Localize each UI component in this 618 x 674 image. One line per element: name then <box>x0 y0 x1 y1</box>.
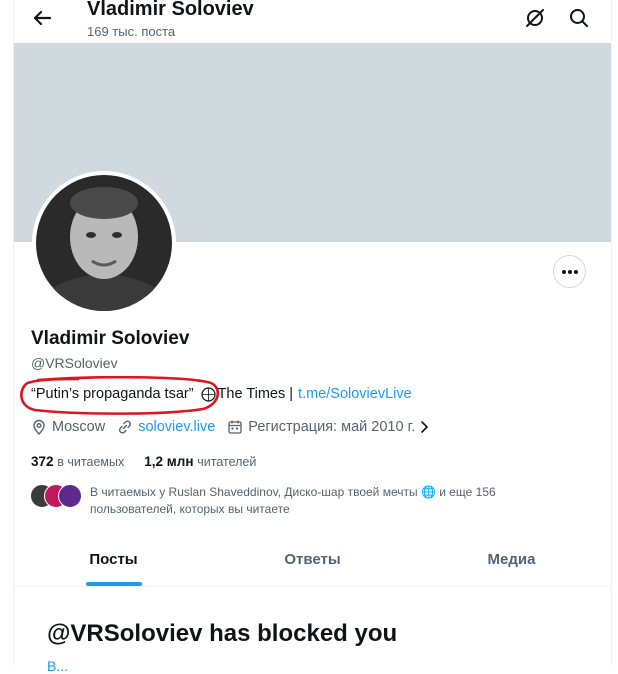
profile-name: Vladimir Soloviev <box>31 328 190 349</box>
location-item: Moscow <box>31 419 105 435</box>
tab-label: Медиа <box>487 551 536 568</box>
following-label: в читаемых <box>57 455 125 469</box>
tab-media[interactable]: Медиа <box>412 533 611 586</box>
grok-icon <box>526 9 544 27</box>
follower-avatars <box>30 484 82 508</box>
profile-bio: “Putin’s propaganda tsar” The Times | t.… <box>20 376 412 415</box>
joined-text: Регистрация: май 2010 г. <box>248 419 416 435</box>
followed-by[interactable]: В читаемых у Ruslan Shaveddinov, Диско-ш… <box>30 484 570 518</box>
location-text: Moscow <box>52 419 106 435</box>
profile-handle: @VRSoloviev <box>31 355 118 371</box>
more-dots-icon <box>561 269 578 274</box>
avatar[interactable] <box>32 171 176 315</box>
profile-column: Vladimir Soloviev 169 тыс. поста Vladimi… <box>13 0 612 674</box>
search-icon <box>570 9 588 27</box>
followers-label: читателей <box>197 455 257 469</box>
tab-label: Посты <box>89 551 138 568</box>
more-options-button[interactable] <box>553 255 586 288</box>
posts-count: 169 тыс. поста <box>87 24 176 39</box>
tab-label: Ответы <box>284 551 341 568</box>
profile-tabs: Посты Ответы Медиа <box>14 533 611 587</box>
tab-replies[interactable]: Ответы <box>213 533 412 586</box>
grok-button[interactable] <box>522 5 548 31</box>
blocked-subtitle: В... <box>47 658 69 674</box>
top-bar: Vladimir Soloviev 169 тыс. поста <box>14 0 611 43</box>
follow-counts: 372 в читаемых 1,2 млн читателей <box>31 454 276 469</box>
avatar-photo <box>36 175 172 311</box>
bio-telegram-link[interactable]: t.me/SolovievLive <box>298 386 412 402</box>
website-link[interactable]: soloviev.live <box>138 419 215 435</box>
calendar-icon <box>228 420 242 434</box>
followed-by-text: В читаемых у Ruslan Shaveddinov, Диско-ш… <box>90 485 496 516</box>
joined-item: Регистрация: май 2010 г. <box>227 419 436 435</box>
link-icon <box>119 420 132 434</box>
back-button[interactable] <box>28 4 56 32</box>
back-arrow-icon <box>33 10 52 26</box>
search-button[interactable] <box>566 5 592 31</box>
chevron-right-icon[interactable] <box>419 420 431 434</box>
location-pin-icon <box>33 419 45 435</box>
following-link[interactable]: 372 в читаемых <box>31 454 124 469</box>
bio-quote-wrap: “Putin’s propaganda tsar” <box>20 376 220 415</box>
bio-source: The Times | <box>217 386 294 402</box>
following-count: 372 <box>31 454 54 469</box>
followers-link[interactable]: 1,2 млн читателей <box>144 454 256 469</box>
globe-icon <box>200 386 216 402</box>
follower-avatar <box>58 484 82 508</box>
blocked-title: @VRSoloviev has blocked you <box>47 620 398 647</box>
followers-count: 1,2 млн <box>144 454 194 469</box>
active-tab-indicator <box>85 582 142 586</box>
profile-meta: Moscow soloviev.live Регистрация: май 20… <box>31 419 448 435</box>
page-title: Vladimir Soloviev <box>87 0 254 20</box>
bio-quote: “Putin’s propaganda tsar” <box>31 386 194 402</box>
website-item: soloviev.live <box>117 419 215 435</box>
tab-posts[interactable]: Посты <box>14 533 213 586</box>
